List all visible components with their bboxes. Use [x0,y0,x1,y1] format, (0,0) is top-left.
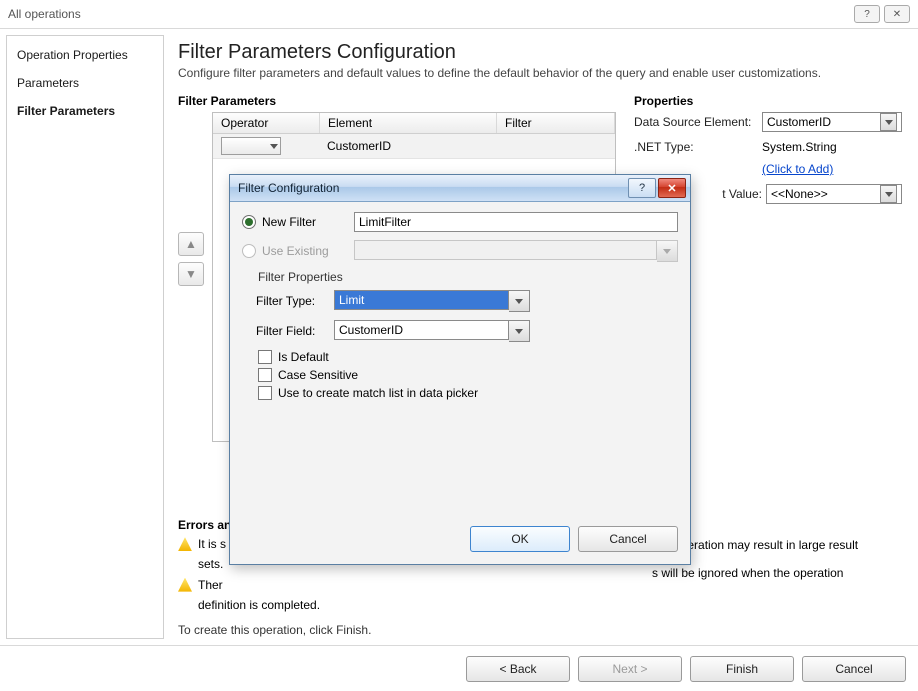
is-default-row[interactable]: Is Default [258,350,678,364]
use-existing-row: Use Existing [242,240,678,262]
dialog-close-button[interactable]: ✕ [658,178,686,198]
finish-button[interactable]: Finish [690,656,794,682]
data-source-element-dropdown[interactable]: CustomerID [762,112,902,132]
move-up-button[interactable]: ▲ [178,232,204,256]
ok-button[interactable]: OK [470,526,570,552]
match-list-label: Use to create match list in data picker [278,386,478,400]
close-button[interactable]: ✕ [884,5,910,23]
chevron-down-icon [657,240,678,262]
col-element[interactable]: Element [320,113,497,133]
nav-operation-properties[interactable]: Operation Properties [17,48,153,62]
new-filter-radio[interactable] [242,215,256,229]
cell-element: CustomerID [319,136,495,156]
warning-icon [178,537,192,551]
grid-row[interactable]: CustomerID [213,134,615,159]
filter-field-dropdown[interactable]: CustomerID [334,320,530,342]
cell-filter [495,143,615,149]
chevron-down-icon[interactable] [509,290,530,312]
use-existing-dropdown [354,240,678,262]
warning-text-cont: definition is completed. [198,597,320,613]
filter-type-label: Filter Type: [256,294,334,308]
default-value-value: <<None>> [771,187,828,201]
prop-data-source-element: Data Source Element: CustomerID [634,112,902,132]
warning-icon [178,578,192,592]
filter-add-link[interactable]: (Click to Add) [762,162,833,176]
prop-label: Data Source Element: [634,115,762,129]
filter-field-value: CustomerID [334,320,509,340]
cancel-button[interactable]: Cancel [802,656,906,682]
hint-text: To create this operation, click Finish. [178,617,902,641]
chevron-down-icon[interactable] [509,320,530,342]
filter-type-value: Limit [334,290,509,310]
case-sensitive-row[interactable]: Case Sensitive [258,368,678,382]
cell-operator[interactable] [213,134,319,158]
chevron-down-icon[interactable] [880,113,897,131]
match-list-checkbox[interactable] [258,386,272,400]
window-titlebar: All operations ? ✕ [0,0,918,29]
warning-text: Ther [198,578,223,592]
default-value-dropdown[interactable]: <<None>> [766,184,902,204]
dialog-body: New Filter LimitFilter Use Existing Filt… [230,202,690,516]
warning-text: It is s [198,537,226,551]
dialog-help-button[interactable]: ? [628,178,656,198]
case-sensitive-label: Case Sensitive [278,368,358,382]
wizard-nav-sidebar: Operation Properties Parameters Filter P… [6,35,164,639]
wizard-footer: < Back Next > Finish Cancel [0,645,918,691]
col-operator[interactable]: Operator [213,113,320,133]
is-default-label: Is Default [278,350,329,364]
filter-field-row: Filter Field: CustomerID [242,320,678,342]
help-button[interactable]: ? [854,5,880,23]
page-subtitle: Configure filter parameters and default … [178,66,902,80]
new-filter-label: New Filter [262,215,354,229]
filter-properties-group-label: Filter Properties [244,270,678,284]
back-button[interactable]: < Back [466,656,570,682]
move-down-button[interactable]: ▼ [178,262,204,286]
nav-filter-parameters[interactable]: Filter Parameters [17,104,153,118]
next-button: Next > [578,656,682,682]
filter-parameters-label: Filter Parameters [178,94,616,108]
dialog-title: Filter Configuration [238,181,339,195]
window-title: All operations [8,7,81,21]
match-list-row[interactable]: Use to create match list in data picker [258,386,678,400]
prop-net-type: .NET Type: System.String [634,140,902,154]
filter-type-dropdown[interactable]: Limit [334,290,530,312]
dialog-titlebar[interactable]: Filter Configuration ? ✕ [230,175,690,202]
grid-header: Operator Element Filter [213,113,615,134]
data-source-element-value: CustomerID [767,115,831,129]
nav-parameters[interactable]: Parameters [17,76,153,90]
filter-type-row: Filter Type: Limit [242,290,678,312]
is-default-checkbox[interactable] [258,350,272,364]
warning-trailing: s will be ignored when the operation [652,566,902,580]
warning-item: Ther [178,577,320,593]
chevron-down-icon [270,144,278,149]
col-filter[interactable]: Filter [497,113,615,133]
properties-label: Properties [634,94,902,108]
prop-label: .NET Type: [634,140,762,154]
new-filter-input[interactable]: LimitFilter [354,212,678,232]
case-sensitive-checkbox[interactable] [258,368,272,382]
filter-field-label: Filter Field: [256,324,334,338]
use-existing-radio [242,244,256,258]
page-title: Filter Parameters Configuration [178,41,902,64]
net-type-value: System.String [762,140,837,154]
dialog-footer: OK Cancel [230,516,690,564]
window-controls: ? ✕ [854,5,910,23]
operator-dropdown[interactable] [221,137,281,155]
chevron-down-icon[interactable] [880,185,897,203]
use-existing-label: Use Existing [262,244,354,258]
filter-configuration-dialog: Filter Configuration ? ✕ New Filter Limi… [229,174,691,565]
new-filter-row: New Filter LimitFilter [242,212,678,232]
dialog-cancel-button[interactable]: Cancel [578,526,678,552]
reorder-controls: ▲ ▼ [178,232,204,442]
